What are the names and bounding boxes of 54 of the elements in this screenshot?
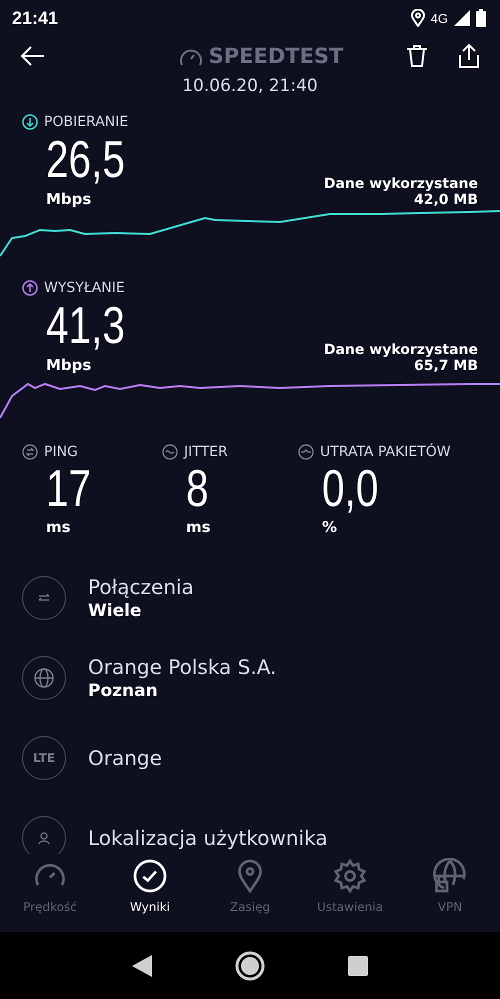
- nav-tab[interactable]: Prędkość: [0, 854, 100, 932]
- metric-label: PING: [44, 444, 78, 460]
- globe-lock-icon: [432, 858, 468, 894]
- metric-label: UTRATA PAKIETÓW: [320, 444, 451, 460]
- metric-unit: ms: [186, 518, 212, 536]
- globe-icon: [33, 667, 55, 689]
- battery-icon: [476, 9, 486, 27]
- nav-tab[interactable]: Ustawienia: [300, 854, 400, 932]
- recents-button[interactable]: [348, 956, 368, 976]
- detail-subtitle: Poznan: [88, 681, 159, 701]
- back-nav-button[interactable]: [132, 954, 152, 976]
- detail-title: Orange: [88, 746, 162, 770]
- metric-value: 17: [46, 460, 92, 518]
- metric-value: 0,0: [322, 460, 378, 518]
- network-type-label: LTE: [32, 751, 56, 765]
- nav-tab[interactable]: VPN: [400, 854, 500, 932]
- network-type: 4G: [430, 10, 448, 26]
- metric-unit: %: [322, 518, 338, 536]
- speed-unit: Mbps: [46, 190, 92, 208]
- metric-label: JITTER: [184, 444, 228, 460]
- location-pin-icon: [410, 9, 425, 27]
- app-title: SPEEDTEST: [208, 44, 344, 68]
- location-icon: [37, 831, 51, 845]
- detail-title: Lokalizacja użytkownika: [88, 826, 328, 850]
- packet-loss-icon: [298, 444, 314, 460]
- speed-value: 41,3: [46, 296, 125, 356]
- data-used-label: Dane wykorzystane: [324, 176, 478, 192]
- data-used-label: Dane wykorzystane: [324, 342, 478, 358]
- detail-title: Połączenia: [88, 575, 194, 599]
- jitter-icon: [162, 444, 178, 460]
- detail-subtitle: Wiele: [88, 601, 142, 621]
- back-button[interactable]: [20, 45, 46, 67]
- download-icon: [22, 114, 38, 130]
- status-time: 21:41: [12, 8, 58, 28]
- signal-icon: [454, 10, 470, 26]
- share-button[interactable]: [458, 43, 480, 69]
- speed-label: POBIERANIE: [44, 114, 128, 130]
- nav-tab[interactable]: Wyniki: [100, 854, 200, 932]
- nav-tab[interactable]: Zasięg: [200, 854, 300, 932]
- speed-label: WYSYŁANIE: [44, 280, 125, 296]
- detail-title: Orange Polska S.A.: [88, 655, 276, 679]
- delete-button[interactable]: [406, 43, 428, 69]
- metric-unit: ms: [46, 518, 72, 536]
- settings-icon: [332, 858, 368, 894]
- test-date: 10.06.20, 21:40: [181, 76, 319, 98]
- home-button[interactable]: [234, 950, 265, 980]
- data-used-value: 42,0 MB: [414, 192, 478, 208]
- metric-value: 8: [186, 460, 209, 518]
- speed-value: 26,5: [46, 130, 125, 190]
- data-used-value: 65,7 MB: [414, 358, 478, 374]
- checkmark-icon: [132, 858, 168, 894]
- ping-icon: [22, 444, 38, 460]
- upload-icon: [22, 280, 38, 296]
- speed-unit: Mbps: [46, 356, 92, 374]
